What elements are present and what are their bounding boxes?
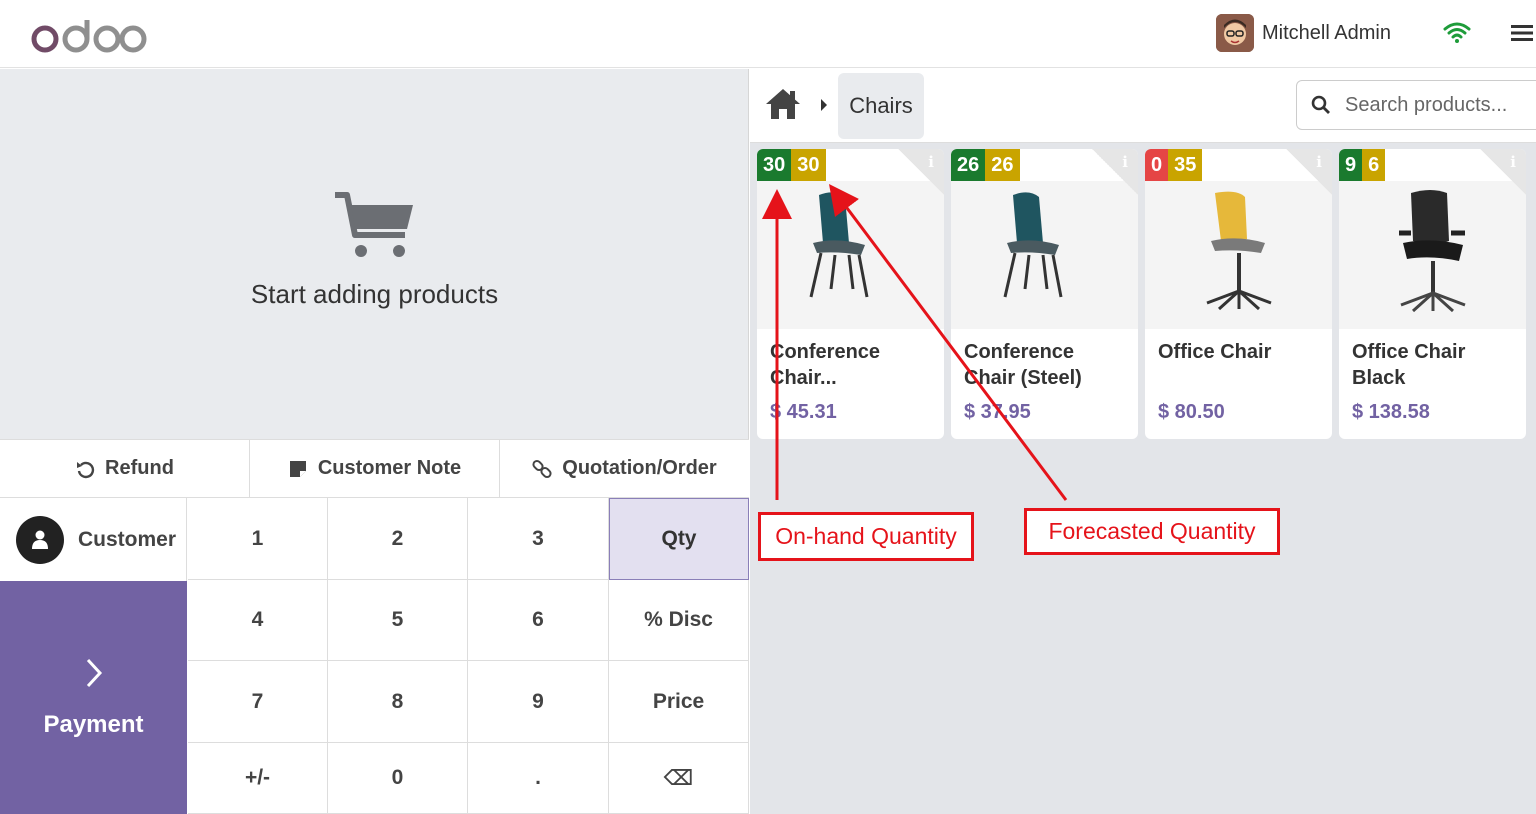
customer-button[interactable]: Customer bbox=[0, 498, 187, 581]
quotation-order-label: Quotation/Order bbox=[562, 457, 717, 479]
refund-label: Refund bbox=[105, 457, 174, 479]
numpad-key-3[interactable]: 3 bbox=[468, 498, 609, 580]
stock-badges: 9 6 bbox=[1339, 149, 1386, 181]
product-info-corner[interactable]: i bbox=[898, 149, 944, 195]
search-input[interactable] bbox=[1345, 93, 1525, 117]
product-image bbox=[1145, 181, 1332, 329]
undo-icon bbox=[77, 461, 95, 478]
product-search[interactable] bbox=[1296, 80, 1536, 130]
stock-badges: 30 30 bbox=[757, 149, 826, 181]
discount-mode-button[interactable]: % Disc bbox=[609, 580, 749, 661]
user-avatar bbox=[1216, 14, 1254, 52]
product-card[interactable]: 0 35 i Office Chair $ 80.50 bbox=[1145, 149, 1332, 439]
on-hand-qty-badge: 9 bbox=[1339, 149, 1363, 181]
product-card[interactable]: 26 26 i Conference Chair (Steel) $ 37.95 bbox=[951, 149, 1138, 439]
category-breadcrumb: Chairs bbox=[750, 69, 1536, 143]
product-name: Office Chair bbox=[1158, 341, 1272, 363]
shopping-cart-icon bbox=[334, 192, 413, 257]
info-icon: i bbox=[1122, 153, 1128, 171]
on-hand-qty-badge: 26 bbox=[951, 149, 986, 181]
numpad-key-plus-minus[interactable]: +/- bbox=[188, 743, 328, 814]
product-info-corner[interactable]: i bbox=[1480, 149, 1526, 195]
on-hand-qty-badge: 30 bbox=[757, 149, 792, 181]
chevron-right-icon bbox=[86, 658, 102, 687]
customer-label: Customer bbox=[78, 527, 177, 551]
product-info-corner[interactable]: i bbox=[1092, 149, 1138, 195]
product-info-corner[interactable]: i bbox=[1286, 149, 1332, 195]
odoo-logo[interactable] bbox=[28, 14, 148, 54]
backspace-button[interactable]: ⌫ bbox=[609, 743, 749, 814]
forecast-qty-badge: 35 bbox=[1168, 149, 1203, 181]
numpad: 1 2 3 Qty 4 5 6 % Disc 7 8 9 Price +/- 0… bbox=[188, 498, 749, 814]
product-image bbox=[1339, 181, 1526, 329]
numpad-key-2[interactable]: 2 bbox=[328, 498, 468, 580]
numpad-key-7[interactable]: 7 bbox=[188, 661, 328, 743]
product-image bbox=[757, 181, 944, 329]
caret-right-icon bbox=[821, 99, 827, 111]
control-pad: Customer Payment 1 2 3 Qty 4 5 6 % Disc … bbox=[0, 498, 749, 814]
user-icon bbox=[16, 515, 64, 564]
forecast-qty-badge: 26 bbox=[985, 149, 1020, 181]
payment-label: Payment bbox=[43, 710, 144, 738]
top-navbar: Mitchell Admin bbox=[0, 0, 1536, 68]
product-name: Conference Chair... bbox=[770, 341, 881, 389]
numpad-key-5[interactable]: 5 bbox=[328, 580, 468, 661]
breadcrumb-category[interactable]: Chairs bbox=[838, 73, 924, 139]
empty-cart-state: Start adding products bbox=[0, 189, 749, 310]
numpad-key-1[interactable]: 1 bbox=[188, 498, 328, 580]
product-price: $ 37.95 bbox=[964, 401, 1031, 423]
customer-note-label: Customer Note bbox=[317, 457, 462, 479]
forecast-qty-badge: 30 bbox=[791, 149, 826, 181]
numpad-key-9[interactable]: 9 bbox=[468, 661, 609, 743]
wifi-icon bbox=[1443, 22, 1471, 43]
forecasted-quantity-annotation: Forecasted Quantity bbox=[1024, 508, 1280, 555]
quotation-order-button[interactable]: Quotation/Order bbox=[500, 440, 749, 497]
on-hand-quantity-annotation: On-hand Quantity bbox=[758, 512, 974, 561]
numpad-key-6[interactable]: 6 bbox=[468, 580, 609, 661]
payment-button[interactable]: Payment bbox=[0, 581, 187, 814]
user-name: Mitchell Admin bbox=[1262, 21, 1391, 44]
numpad-key-0[interactable]: 0 bbox=[328, 743, 468, 814]
numpad-key-4[interactable]: 4 bbox=[188, 580, 328, 661]
stock-badges: 26 26 bbox=[951, 149, 1020, 181]
order-actions: Refund Customer Note Quotation/Order bbox=[0, 439, 749, 498]
product-price: $ 80.50 bbox=[1158, 401, 1225, 423]
stock-badges: 0 35 bbox=[1145, 149, 1203, 181]
empty-cart-message: Start adding products bbox=[250, 279, 499, 309]
home-icon[interactable] bbox=[764, 87, 802, 121]
numpad-key-8[interactable]: 8 bbox=[328, 661, 468, 743]
product-image bbox=[951, 181, 1138, 329]
info-icon: i bbox=[1510, 153, 1516, 171]
price-mode-button[interactable]: Price bbox=[609, 661, 749, 743]
product-card[interactable]: 9 6 i Office Chair Black $ 138.58 bbox=[1339, 149, 1526, 439]
product-name: Conference Chair (Steel) bbox=[964, 341, 1082, 389]
product-card[interactable]: 30 30 i Conference Chair... $ 45.31 bbox=[757, 149, 944, 439]
search-icon bbox=[1311, 95, 1330, 114]
info-icon: i bbox=[1316, 153, 1322, 171]
customer-note-button[interactable]: Customer Note bbox=[250, 440, 500, 497]
product-price: $ 45.31 bbox=[770, 401, 837, 423]
qty-mode-button[interactable]: Qty bbox=[609, 498, 749, 580]
product-panel: Chairs 30 30 i Conference Chair... $ 45.… bbox=[750, 69, 1536, 814]
sticky-note-icon bbox=[289, 460, 306, 477]
on-hand-qty-badge: 0 bbox=[1145, 149, 1169, 181]
refund-button[interactable]: Refund bbox=[0, 440, 250, 497]
product-name: Office Chair Black bbox=[1352, 341, 1466, 389]
info-icon: i bbox=[928, 153, 934, 171]
hamburger-menu-icon[interactable] bbox=[1511, 24, 1533, 42]
numpad-key-decimal[interactable]: . bbox=[468, 743, 609, 814]
product-price: $ 138.58 bbox=[1352, 401, 1430, 423]
user-menu[interactable]: Mitchell Admin bbox=[1216, 14, 1391, 52]
order-panel: Start adding products Refund Customer No… bbox=[0, 69, 749, 814]
link-icon bbox=[532, 459, 552, 478]
forecast-qty-badge: 6 bbox=[1362, 149, 1386, 181]
